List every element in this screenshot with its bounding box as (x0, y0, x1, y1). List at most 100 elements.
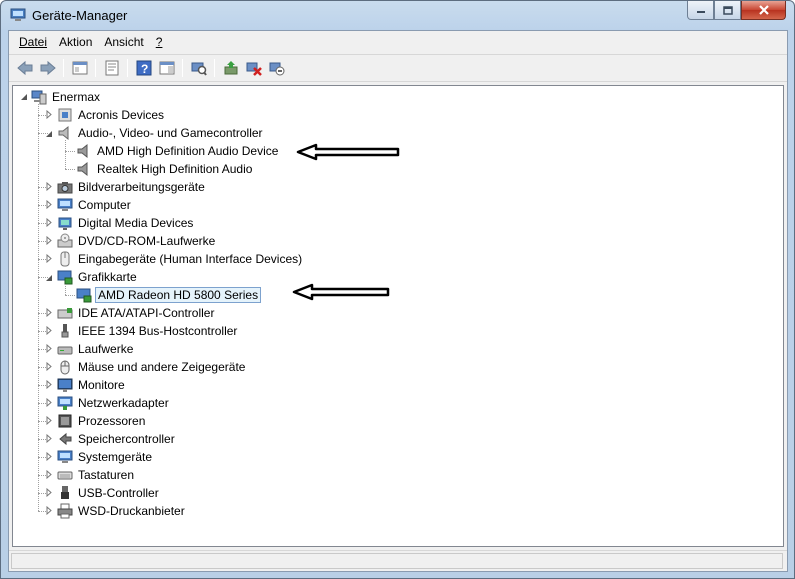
tree-category[interactable]: Monitore (57, 376, 127, 394)
expander-collapsed[interactable] (44, 254, 53, 263)
menu-help[interactable]: ? (150, 33, 169, 51)
expanded-triangle-icon (20, 93, 27, 100)
expander-collapsed[interactable] (44, 398, 53, 407)
window-frame: Geräte-Manager Datei Aktion Ansicht ? ? … (0, 0, 795, 579)
tree-root-label: Enermax (52, 90, 101, 104)
tree-device[interactable]: AMD High Definition Audio Device (76, 142, 280, 160)
minimize-button[interactable] (687, 1, 714, 20)
menu-ansicht[interactable]: Ansicht (98, 33, 149, 51)
tree-root[interactable]: Enermax (31, 88, 102, 106)
back-button[interactable] (13, 57, 36, 79)
tree-category-label: Laufwerke (78, 342, 134, 356)
menu-datei[interactable]: Datei (13, 33, 53, 51)
tree-category-label: Speichercontroller (78, 432, 175, 446)
tree-category-label: Audio-, Video- und Gamecontroller (78, 126, 263, 140)
expander-collapsed[interactable] (44, 506, 53, 515)
collapsed-triangle-icon (46, 218, 52, 227)
expander-collapsed[interactable] (44, 236, 53, 245)
collapsed-triangle-icon (46, 362, 52, 371)
action-pane-button[interactable] (155, 57, 178, 79)
expander-expanded[interactable] (44, 273, 53, 282)
hid-icon (60, 251, 70, 267)
tree-device-label: AMD Radeon HD 5800 Series (95, 287, 262, 303)
maximize-button[interactable] (714, 1, 741, 20)
tree-category-label: USB-Controller (78, 486, 159, 500)
speaker-icon (58, 125, 69, 141)
uninstall-button[interactable] (242, 57, 265, 79)
tree-category[interactable]: Computer (57, 196, 133, 214)
tree-category[interactable]: Mäuse und andere Zeigegeräte (57, 358, 247, 376)
close-button[interactable] (741, 1, 786, 20)
tree-category[interactable]: Grafikkarte (57, 268, 139, 286)
tree-category[interactable]: IDE ATA/ATAPI-Controller (57, 304, 216, 322)
expander-collapsed[interactable] (44, 326, 53, 335)
graphics-device-icon (76, 288, 92, 303)
status-cell (11, 553, 783, 569)
tree-device[interactable]: AMD Radeon HD 5800 Series (76, 286, 262, 304)
client-area: Datei Aktion Ansicht ? ? Enermax Acronis… (8, 30, 788, 572)
tree-category[interactable]: Prozessoren (57, 412, 147, 430)
collapsed-triangle-icon (46, 182, 52, 191)
help-button[interactable]: ? (132, 57, 155, 79)
tree-category[interactable]: Eingabegeräte (Human Interface Devices) (57, 250, 304, 268)
expander-collapsed[interactable] (44, 380, 53, 389)
tree-category-label: Digital Media Devices (78, 216, 194, 230)
collapsed-triangle-icon (46, 200, 52, 209)
tree-category[interactable]: USB-Controller (57, 484, 161, 502)
expander-collapsed[interactable] (44, 434, 53, 443)
tree-connector (65, 140, 66, 169)
expander-collapsed[interactable] (44, 362, 53, 371)
tree-category[interactable]: Acronis Devices (57, 106, 166, 124)
title-bar[interactable]: Geräte-Manager (1, 1, 794, 31)
expander-collapsed[interactable] (44, 218, 53, 227)
tree-category[interactable]: Speichercontroller (57, 430, 177, 448)
expander-collapsed[interactable] (44, 452, 53, 461)
expander-collapsed[interactable] (44, 182, 53, 191)
dvd-drive-icon (57, 233, 73, 248)
forward-button[interactable] (36, 57, 59, 79)
tree-category[interactable]: Digital Media Devices (57, 214, 195, 232)
tree-category[interactable]: DVD/CD-ROM-Laufwerke (57, 232, 217, 250)
tree-category[interactable]: IEEE 1394 Bus-Hostcontroller (57, 322, 239, 340)
menu-bar: Datei Aktion Ansicht ? (9, 31, 787, 53)
console-tree-button[interactable] (68, 57, 91, 79)
tree-device-label: Realtek High Definition Audio (97, 162, 253, 176)
acronis-icon (58, 108, 72, 122)
tree-category[interactable]: Tastaturen (57, 466, 136, 484)
collapsed-triangle-icon (46, 326, 52, 335)
tree-category[interactable]: Systemgeräte (57, 448, 154, 466)
caption-buttons (687, 1, 786, 21)
disable-button[interactable] (265, 57, 288, 79)
tree-category-label: Mäuse und andere Zeigegeräte (78, 360, 246, 374)
expander-expanded[interactable] (44, 129, 53, 138)
toolbar-separator (95, 59, 96, 77)
expander-collapsed[interactable] (44, 200, 53, 209)
expander-collapsed[interactable] (44, 110, 53, 119)
update-driver-button[interactable] (219, 57, 242, 79)
tree-connector (65, 169, 75, 170)
scan-hardware-icon (191, 62, 207, 76)
expander-collapsed[interactable] (44, 416, 53, 425)
tree-category[interactable]: Laufwerke (57, 340, 135, 358)
tree-category[interactable]: WSD-Druckanbieter (57, 502, 187, 520)
menu-aktion[interactable]: Aktion (53, 33, 98, 51)
expander-collapsed[interactable] (44, 470, 53, 479)
expander-collapsed[interactable] (44, 344, 53, 353)
properties-icon (105, 60, 118, 76)
tree-category-label: DVD/CD-ROM-Laufwerke (78, 234, 216, 248)
tree-category[interactable]: Bildverarbeitungsgeräte (57, 178, 207, 196)
expanded-triangle-icon (45, 130, 52, 137)
maximize-icon (722, 5, 733, 15)
tree-device[interactable]: Realtek High Definition Audio (76, 160, 254, 178)
expander-collapsed[interactable] (44, 308, 53, 317)
menu-label: ? (155, 35, 163, 49)
menu-label: Datei (19, 35, 48, 49)
tree-category[interactable]: Audio-, Video- und Gamecontroller (57, 124, 265, 142)
expander-expanded[interactable] (19, 92, 28, 101)
tree-connector (65, 284, 66, 295)
tree-category[interactable]: Netzwerkadapter (57, 394, 171, 412)
properties-button[interactable] (100, 57, 123, 79)
scan-hardware-button[interactable] (187, 57, 210, 79)
expander-collapsed[interactable] (44, 488, 53, 497)
tree-category-label: Systemgeräte (78, 450, 153, 464)
